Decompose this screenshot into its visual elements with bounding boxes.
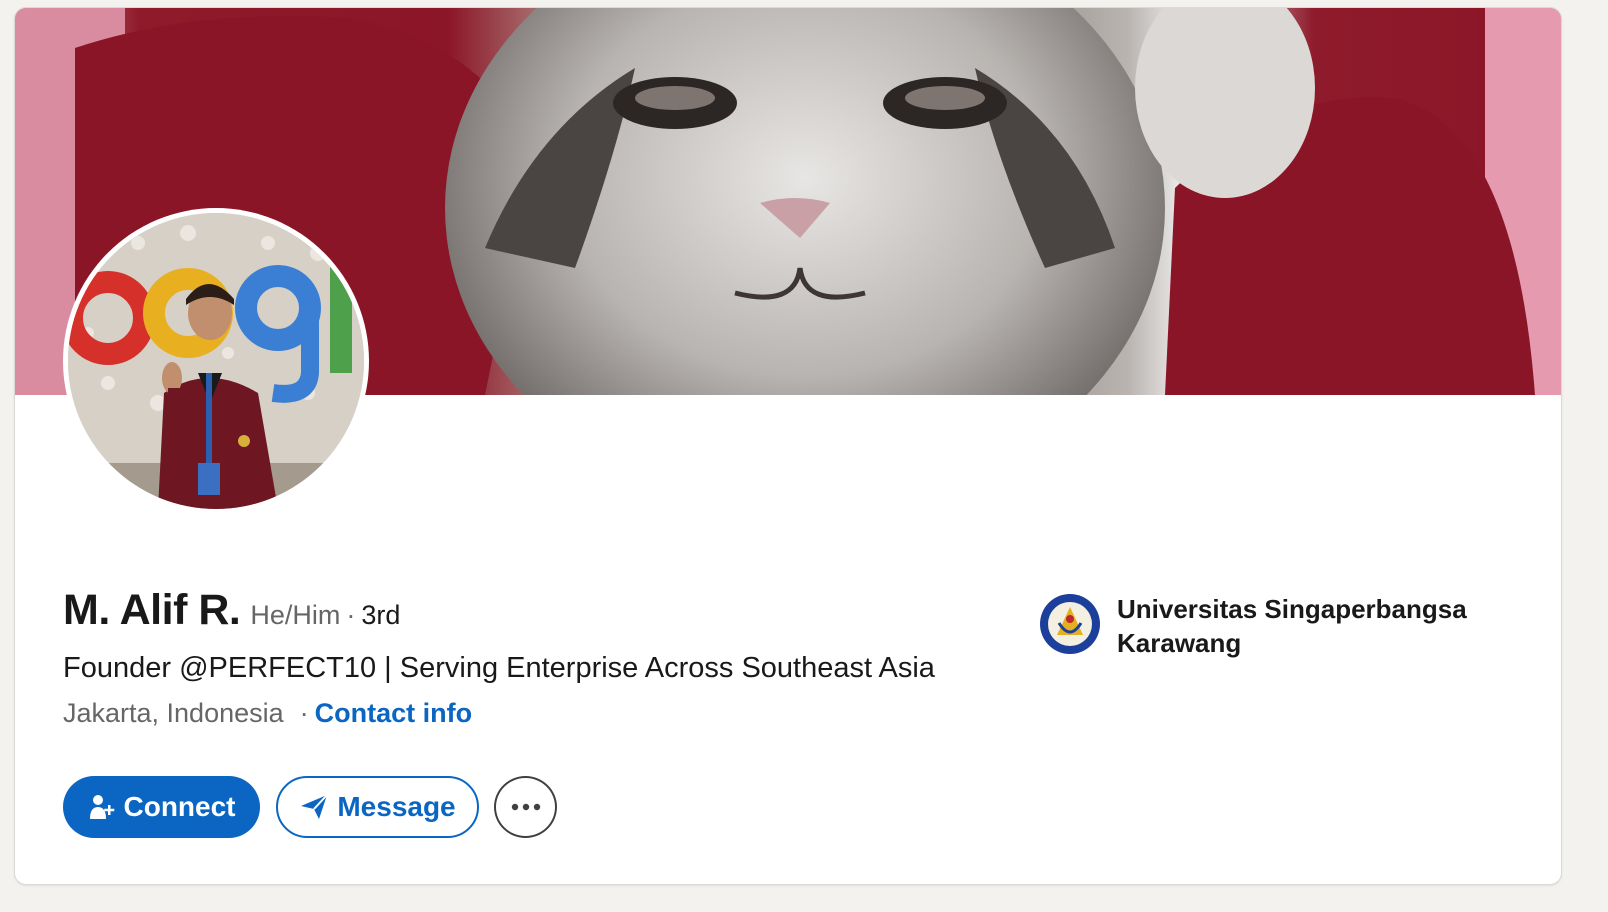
avatar-photo-artwork (68, 213, 364, 509)
profile-card: M. Alif R. He/Him · 3rd Founder @PERFECT1… (14, 7, 1562, 885)
more-actions-button[interactable] (494, 776, 557, 838)
degree-label: 3rd (361, 600, 401, 630)
paper-plane-icon (299, 793, 329, 821)
university-seal-icon (1040, 594, 1100, 654)
education-school-name: Universitas Singaperbangsa Karawang (1117, 594, 1467, 658)
profile-headline: Founder @PERFECT10 | Serving Enterprise … (63, 652, 935, 684)
more-horizontal-icon (511, 803, 541, 811)
message-button[interactable]: Message (276, 776, 479, 838)
profile-location: Jakarta, Indonesia (63, 698, 284, 728)
message-button-label: Message (337, 791, 456, 822)
profile-pronouns: He/Him (250, 600, 341, 630)
name-row: M. Alif R. He/Him · 3rd (63, 586, 400, 635)
connect-button-label: Connect (123, 791, 236, 822)
location-separator: · (299, 698, 309, 728)
add-person-icon (88, 793, 116, 821)
location-row: Jakarta, Indonesia · Contact info (63, 698, 472, 729)
education-entry[interactable]: Universitas Singaperbangsa Karawang (1039, 592, 1517, 660)
profile-photo[interactable] (63, 208, 369, 514)
avatar-image (68, 213, 364, 509)
contact-info-link[interactable]: Contact info (315, 698, 472, 729)
profile-name: M. Alif R. (63, 586, 241, 634)
degree-separator: · (346, 600, 356, 630)
connect-button[interactable]: Connect (63, 776, 260, 838)
connection-degree: · 3rd (346, 600, 400, 631)
